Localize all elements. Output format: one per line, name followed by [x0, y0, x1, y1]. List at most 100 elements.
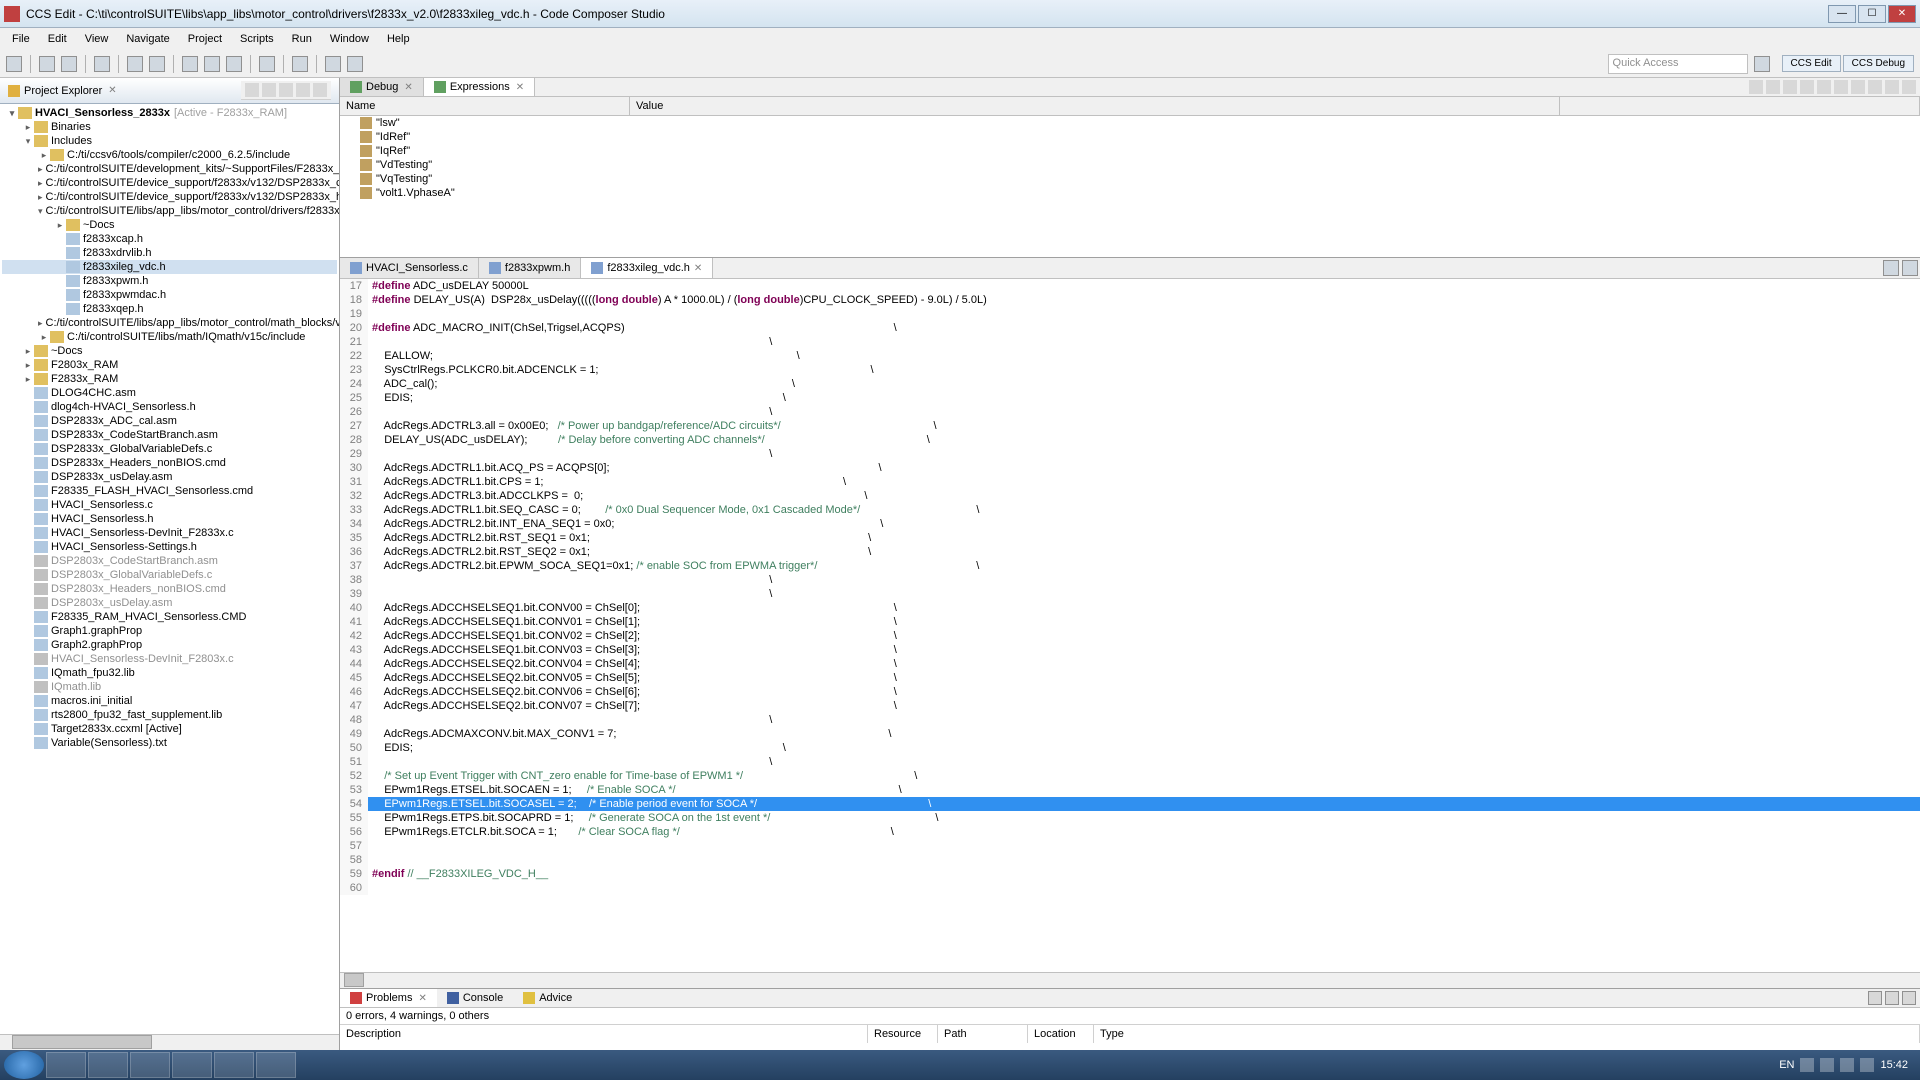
tree-node[interactable]: ▸C:/ti/ccsv6/tools/compiler/c2000_6.2.5/…: [2, 148, 337, 162]
tree-node[interactable]: f2833xileg_vdc.h: [2, 260, 337, 274]
menu-view[interactable]: View: [77, 31, 117, 47]
tree-node[interactable]: ▸C:/ti/controlSUITE/device_support/f2833…: [2, 190, 337, 204]
task-item[interactable]: [130, 1052, 170, 1078]
code-line[interactable]: 39 \: [340, 587, 1920, 601]
tree-node[interactable]: macros.ini_initial: [2, 694, 337, 708]
menu-file[interactable]: File: [4, 31, 38, 47]
code-line[interactable]: 32 AdcRegs.ADCTRL3.bit.ADCCLKPS = 0; \: [340, 489, 1920, 503]
horizontal-scrollbar[interactable]: [0, 1034, 339, 1050]
close-icon[interactable]: ✕: [516, 82, 524, 93]
minimize-icon[interactable]: [1885, 80, 1899, 94]
tool-icon[interactable]: [1783, 80, 1797, 94]
build-icon[interactable]: [94, 56, 110, 72]
tree-node[interactable]: DSP2833x_ADC_cal.asm: [2, 414, 337, 428]
tree-node[interactable]: Graph2.graphProp: [2, 638, 337, 652]
tree-node[interactable]: HVACI_Sensorless-Settings.h: [2, 540, 337, 554]
code-line[interactable]: 40 AdcRegs.ADCCHSELSEQ1.bit.CONV00 = ChS…: [340, 601, 1920, 615]
tray-icon[interactable]: [1840, 1058, 1854, 1072]
start-button[interactable]: [4, 1051, 44, 1079]
close-button[interactable]: ✕: [1888, 5, 1916, 23]
code-line[interactable]: 55 EPwm1Regs.ETPS.bit.SOCAPRD = 1; /* Ge…: [340, 811, 1920, 825]
tree-node[interactable]: IQmath_fpu32.lib: [2, 666, 337, 680]
minimize-button[interactable]: —: [1828, 5, 1856, 23]
project-tree[interactable]: ▾ HVACI_Sensorless_2833x [Active - F2833…: [0, 104, 339, 1034]
tree-node[interactable]: DSP2833x_Headers_nonBIOS.cmd: [2, 456, 337, 470]
column-value[interactable]: Value: [630, 97, 1560, 115]
tool-icon[interactable]: [325, 56, 341, 72]
menu-scripts[interactable]: Scripts: [232, 31, 282, 47]
code-line[interactable]: 20#define ADC_MACRO_INIT(ChSel,Trigsel,A…: [340, 321, 1920, 335]
tree-node[interactable]: Target2833x.ccxml [Active]: [2, 722, 337, 736]
menu-icon[interactable]: [1868, 991, 1882, 1005]
expression-row[interactable]: "lsw": [340, 116, 1920, 130]
tool-icon[interactable]: [347, 56, 363, 72]
code-line[interactable]: 33 AdcRegs.ADCTRL1.bit.SEQ_CASC = 0; /* …: [340, 503, 1920, 517]
maximize-icon[interactable]: [1902, 260, 1918, 276]
volume-icon[interactable]: [1860, 1058, 1874, 1072]
tab-debug[interactable]: Debug✕: [340, 78, 424, 96]
code-line[interactable]: 47 AdcRegs.ADCCHSELSEQ2.bit.CONV07 = ChS…: [340, 699, 1920, 713]
expression-row[interactable]: "VdTesting": [340, 158, 1920, 172]
code-line[interactable]: 46 AdcRegs.ADCCHSELSEQ2.bit.CONV06 = ChS…: [340, 685, 1920, 699]
code-line[interactable]: 18#define DELAY_US(A) DSP28x_usDelay((((…: [340, 293, 1920, 307]
tool-icon[interactable]: [292, 56, 308, 72]
maximize-icon[interactable]: [313, 83, 327, 97]
minimize-icon[interactable]: [1885, 991, 1899, 1005]
tree-node[interactable]: ▸F2803x_RAM: [2, 358, 337, 372]
code-line[interactable]: 22 EALLOW; \: [340, 349, 1920, 363]
menu-help[interactable]: Help: [379, 31, 418, 47]
code-line[interactable]: 23 SysCtrlRegs.PCLKCR0.bit.ADCENCLK = 1;…: [340, 363, 1920, 377]
tab-advice[interactable]: Advice: [513, 989, 582, 1007]
tray-icon[interactable]: [1820, 1058, 1834, 1072]
col-location[interactable]: Location: [1028, 1025, 1094, 1043]
tree-node[interactable]: DSP2833x_usDelay.asm: [2, 470, 337, 484]
code-line[interactable]: 56 EPwm1Regs.ETCLR.bit.SOCA = 1; /* Clea…: [340, 825, 1920, 839]
tree-node[interactable]: IQmath.lib: [2, 680, 337, 694]
expression-row[interactable]: "volt1.VphaseA": [340, 186, 1920, 200]
code-line[interactable]: 41 AdcRegs.ADCCHSELSEQ1.bit.CONV01 = ChS…: [340, 615, 1920, 629]
tree-node[interactable]: HVACI_Sensorless.c: [2, 498, 337, 512]
expression-row[interactable]: "VqTesting": [340, 172, 1920, 186]
col-description[interactable]: Description: [340, 1025, 868, 1043]
code-line[interactable]: 48 \: [340, 713, 1920, 727]
close-icon[interactable]: ✕: [404, 82, 412, 93]
resume-icon[interactable]: [182, 56, 198, 72]
tree-node[interactable]: f2833xpwmdac.h: [2, 288, 337, 302]
add-icon[interactable]: [1800, 80, 1814, 94]
tree-node[interactable]: ▸C:/ti/controlSUITE/device_support/f2833…: [2, 176, 337, 190]
maximize-icon[interactable]: [1902, 80, 1916, 94]
editor-tab[interactable]: f2833xpwm.h: [479, 258, 581, 278]
taskbar[interactable]: EN 15:42: [0, 1050, 1920, 1080]
tree-node[interactable]: DSP2803x_usDelay.asm: [2, 596, 337, 610]
col-resource[interactable]: Resource: [868, 1025, 938, 1043]
column-name[interactable]: Name: [340, 97, 630, 115]
col-type[interactable]: Type: [1094, 1025, 1920, 1043]
code-line[interactable]: 29 \: [340, 447, 1920, 461]
menu-run[interactable]: Run: [284, 31, 320, 47]
tree-node[interactable]: DSP2803x_GlobalVariableDefs.c: [2, 568, 337, 582]
code-line[interactable]: 57: [340, 839, 1920, 853]
task-item[interactable]: [46, 1052, 86, 1078]
tree-node[interactable]: ▸C:/ti/controlSUITE/development_kits/~Su…: [2, 162, 337, 176]
menu-edit[interactable]: Edit: [40, 31, 75, 47]
tree-node[interactable]: dlog4ch-HVACI_Sensorless.h: [2, 400, 337, 414]
code-line[interactable]: 35 AdcRegs.ADCTRL2.bit.RST_SEQ1 = 0x1; \: [340, 531, 1920, 545]
tree-node[interactable]: ▸F2833x_RAM: [2, 372, 337, 386]
close-icon[interactable]: ✕: [694, 263, 702, 274]
tree-node[interactable]: DSP2833x_CodeStartBranch.asm: [2, 428, 337, 442]
code-line[interactable]: 30 AdcRegs.ADCTRL1.bit.ACQ_PS = ACQPS[0]…: [340, 461, 1920, 475]
tree-node[interactable]: DSP2833x_GlobalVariableDefs.c: [2, 442, 337, 456]
tree-node[interactable]: ▾C:/ti/controlSUITE/libs/app_libs/motor_…: [2, 204, 337, 218]
code-line[interactable]: 53 EPwm1Regs.ETSEL.bit.SOCAEN = 1; /* En…: [340, 783, 1920, 797]
tree-node[interactable]: HVACI_Sensorless-DevInit_F2833x.c: [2, 526, 337, 540]
code-line[interactable]: 37 AdcRegs.ADCTRL2.bit.EPWM_SOCA_SEQ1=0x…: [340, 559, 1920, 573]
perspective-ccs-edit[interactable]: CCS Edit: [1782, 55, 1841, 72]
tree-node[interactable]: f2833xcap.h: [2, 232, 337, 246]
code-line[interactable]: 38 \: [340, 573, 1920, 587]
tree-node[interactable]: HVACI_Sensorless.h: [2, 512, 337, 526]
tree-node[interactable]: ▸Binaries: [2, 120, 337, 134]
code-line[interactable]: 45 AdcRegs.ADCCHSELSEQ2.bit.CONV05 = ChS…: [340, 671, 1920, 685]
tree-node[interactable]: Variable(Sensorless).txt: [2, 736, 337, 750]
editor-tab[interactable]: HVACI_Sensorless.c: [340, 258, 479, 278]
tree-node[interactable]: f2833xpwm.h: [2, 274, 337, 288]
